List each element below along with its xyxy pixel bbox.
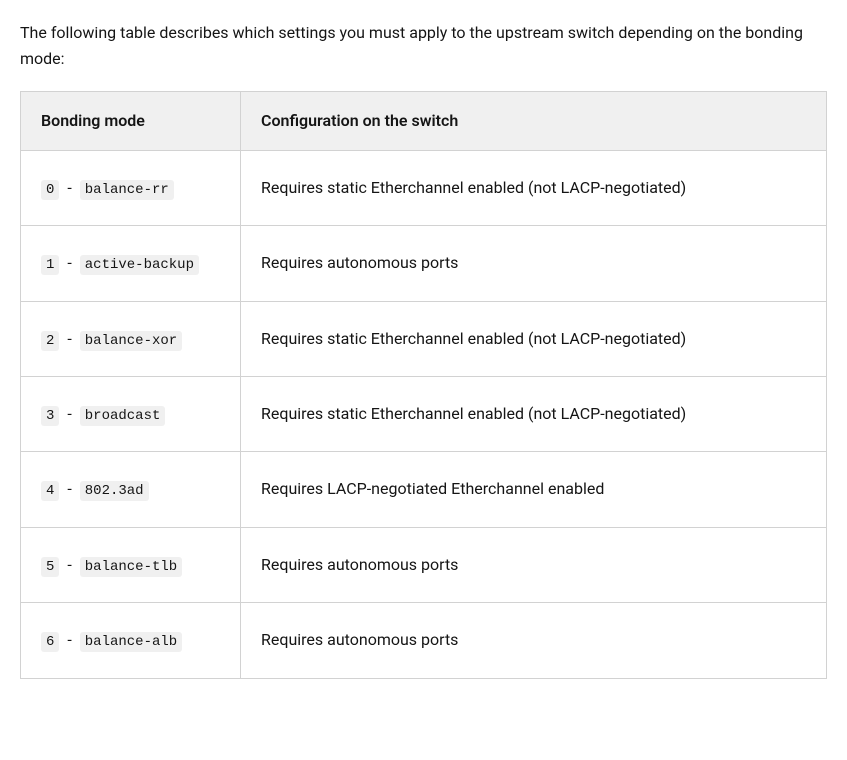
header-bonding-mode: Bonding mode — [21, 92, 241, 151]
mode-separator: - — [67, 329, 71, 348]
cell-config: Requires autonomous ports — [241, 226, 827, 301]
header-switch-config: Configuration on the switch — [241, 92, 827, 151]
cell-mode: 4 - 802.3ad — [21, 452, 241, 527]
cell-mode: 6 - balance-alb — [21, 603, 241, 678]
table-row: 2 - balance-xor Requires static Ethercha… — [21, 301, 827, 376]
table-row: 6 - balance-alb Requires autonomous port… — [21, 603, 827, 678]
cell-config: Requires LACP-negotiated Etherchannel en… — [241, 452, 827, 527]
cell-mode: 2 - balance-xor — [21, 301, 241, 376]
mode-code: 1 — [41, 255, 59, 275]
mode-name: balance-tlb — [80, 557, 182, 577]
mode-code: 2 — [41, 331, 59, 351]
mode-separator: - — [67, 253, 71, 272]
mode-name: balance-alb — [80, 632, 182, 652]
mode-separator: - — [67, 479, 71, 498]
mode-code: 6 — [41, 632, 59, 652]
table-row: 0 - balance-rr Requires static Etherchan… — [21, 150, 827, 225]
mode-separator: - — [67, 404, 71, 423]
mode-name: active-backup — [80, 255, 199, 275]
cell-config: Requires static Etherchannel enabled (no… — [241, 376, 827, 451]
mode-name: balance-rr — [80, 180, 174, 200]
cell-mode: 1 - active-backup — [21, 226, 241, 301]
bonding-mode-table: Bonding mode Configuration on the switch… — [20, 91, 827, 678]
cell-mode: 0 - balance-rr — [21, 150, 241, 225]
mode-separator: - — [67, 178, 71, 197]
mode-name: broadcast — [80, 406, 166, 426]
mode-code: 3 — [41, 406, 59, 426]
table-row: 1 - active-backup Requires autonomous po… — [21, 226, 827, 301]
table-row: 4 - 802.3ad Requires LACP-negotiated Eth… — [21, 452, 827, 527]
mode-separator: - — [67, 630, 71, 649]
table-row: 3 - broadcast Requires static Etherchann… — [21, 376, 827, 451]
cell-mode: 5 - balance-tlb — [21, 527, 241, 602]
intro-paragraph: The following table describes which sett… — [20, 20, 827, 71]
mode-separator: - — [67, 555, 71, 574]
table-row: 5 - balance-tlb Requires autonomous port… — [21, 527, 827, 602]
cell-config: Requires static Etherchannel enabled (no… — [241, 150, 827, 225]
mode-code: 5 — [41, 557, 59, 577]
cell-config: Requires autonomous ports — [241, 603, 827, 678]
mode-name: balance-xor — [80, 331, 182, 351]
mode-code: 0 — [41, 180, 59, 200]
mode-code: 4 — [41, 481, 59, 501]
cell-mode: 3 - broadcast — [21, 376, 241, 451]
cell-config: Requires static Etherchannel enabled (no… — [241, 301, 827, 376]
mode-name: 802.3ad — [80, 481, 149, 501]
cell-config: Requires autonomous ports — [241, 527, 827, 602]
